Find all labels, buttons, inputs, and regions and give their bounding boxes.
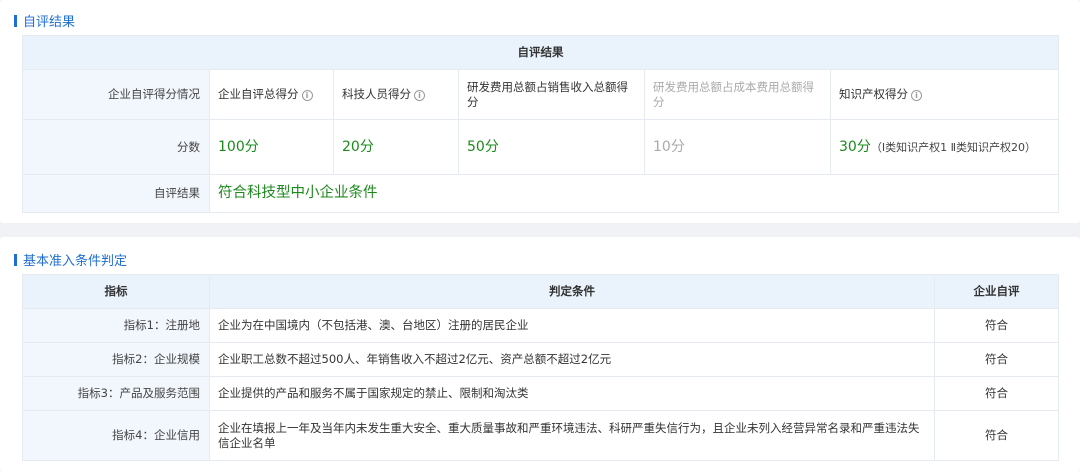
table-row: 指标4：企业信用 企业在填报上一年及当年内未发生重大安全、重大质量事故和严重环境…: [22, 410, 1059, 461]
col-label: 企业自评总得分: [218, 87, 299, 101]
score-ip: 30分（Ⅰ类知识产权1 Ⅱ类知识产权20）: [829, 119, 1060, 175]
section-title-text: 自评结果: [23, 15, 76, 30]
basic-criteria-card: 基本准入条件判定 指标 判定条件 企业自评 指标1：注册地 企业为在中国境内（不…: [0, 237, 1080, 471]
col-label: 知识产权得分: [839, 87, 908, 101]
self-eval-cell: 符合: [934, 308, 1059, 343]
col-label: 研发费用总额占销售收入总额得分: [467, 79, 628, 109]
table-row: 指标3：产品及服务范围 企业提供的产品和服务不属于国家规定的禁止、限制和淘汰类 …: [22, 376, 1059, 411]
table-row: 指标1：注册地 企业为在中国境内（不包括港、澳、台地区）注册的居民企业 符合: [22, 308, 1059, 343]
score-rd-cost: 10分: [644, 119, 831, 175]
info-circle-icon[interactable]: i: [911, 90, 922, 101]
row-label-score-overview: 企业自评得分情况: [22, 69, 210, 120]
info-circle-icon[interactable]: i: [414, 90, 425, 101]
col-rd-sales-score: 研发费用总额占销售收入总额得分: [458, 69, 645, 120]
ip-breakdown-note: （Ⅰ类知识产权1 Ⅱ类知识产权20）: [870, 140, 1036, 154]
info-circle-icon[interactable]: i: [301, 90, 313, 101]
indicator-cell: 指标3：产品及服务范围: [22, 376, 210, 411]
section-title-basic-criteria: 基本准入条件判定: [14, 250, 127, 269]
table-title: 自评结果: [21, 35, 1060, 70]
self-eval-cell: 符合: [934, 376, 1059, 411]
section-title-self-eval: 自评结果: [14, 11, 75, 30]
basic-criteria-table: 指标 判定条件 企业自评 指标1：注册地 企业为在中国境内（不包括港、澳、台地区…: [22, 274, 1059, 461]
section-title-text: 基本准入条件判定: [23, 254, 128, 269]
header-condition: 判定条件: [209, 274, 935, 309]
col-tech-staff-score: 科技人员得分 i: [333, 69, 459, 120]
section-title-bar: [14, 14, 17, 27]
self-eval-cell: 符合: [934, 342, 1059, 377]
col-label: 科技人员得分: [342, 87, 411, 101]
header-indicator: 指标: [22, 274, 210, 309]
col-total-score: 企业自评总得分 i: [209, 69, 334, 120]
score-total: 100分: [209, 119, 334, 175]
header-self-eval: 企业自评: [934, 274, 1059, 309]
col-ip-score: 知识产权得分 i: [829, 69, 1060, 120]
indicator-cell: 指标1：注册地: [22, 308, 210, 343]
indicator-cell: 指标4：企业信用: [22, 410, 210, 461]
self-eval-table: 自评结果 企业自评得分情况 企业自评总得分 i 科技人员得分 i 研发费用总额占销售…: [21, 35, 1060, 213]
condition-cell: 企业职工总数不超过500人、年销售收入不超过2亿元、资产总额不超过2亿元: [209, 342, 935, 377]
score-rd-sales: 50分: [458, 119, 645, 175]
condition-cell: 企业为在中国境内（不包括港、澳、台地区）注册的居民企业: [209, 308, 935, 343]
condition-cell: 企业在填报上一年及当年内未发生重大安全、重大质量事故和严重环境违法、科研严重失信…: [209, 410, 935, 461]
condition-cell: 企业提供的产品和服务不属于国家规定的禁止、限制和淘汰类: [209, 376, 935, 411]
self-eval-result: 符合科技型中小企业条件: [208, 174, 1060, 213]
score-tech-staff: 20分: [333, 119, 459, 175]
row-label-score: 分数: [22, 119, 210, 175]
self-eval-cell: 符合: [934, 410, 1059, 461]
score-ip-value: 30分: [839, 138, 871, 155]
section-title-bar: [14, 253, 17, 266]
row-label-result: 自评结果: [22, 174, 210, 213]
col-rd-cost-score: 研发费用总额占成本费用总额得分: [644, 69, 831, 120]
self-eval-card: 自评结果 自评结果 企业自评得分情况 企业自评总得分 i 科技人员得分 i 研发费用…: [0, 0, 1080, 223]
col-label: 研发费用总额占成本费用总额得分: [653, 79, 814, 109]
table-row: 指标2：企业规模 企业职工总数不超过500人、年销售收入不超过2亿元、资产总额不…: [22, 342, 1059, 377]
indicator-cell: 指标2：企业规模: [22, 342, 210, 377]
